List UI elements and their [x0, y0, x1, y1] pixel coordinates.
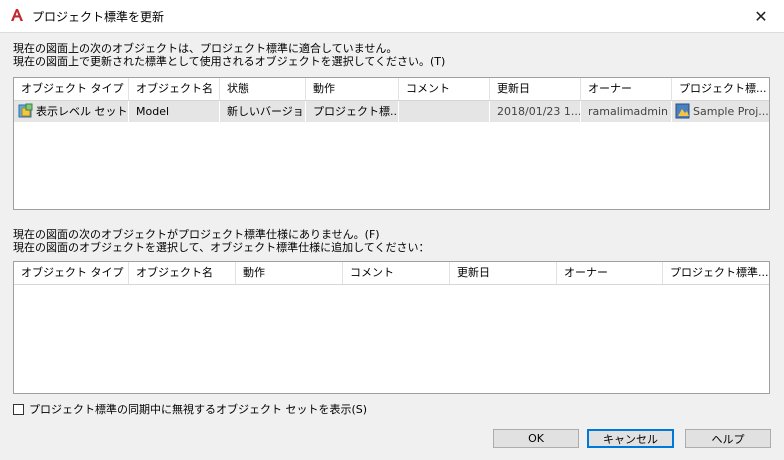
cell-action[interactable]: プロジェクト標...: [306, 101, 399, 122]
bottom-description-line2: 現在の図面のオブジェクトを選択して、オブジェクト標準仕様に追加してください：: [13, 241, 430, 254]
display-set-icon: [18, 103, 33, 118]
column-header-updated[interactable]: 更新日: [450, 262, 557, 284]
column-header-project-standard[interactable]: プロジェクト標準...: [663, 262, 769, 284]
cell-updated: 2018/01/23 1...: [490, 101, 581, 122]
cell-owner: ramalimadmin: [581, 101, 672, 122]
column-header-comment[interactable]: コメント: [343, 262, 450, 284]
grid-header: オブジェクト タイプ オブジェクト名 動作 コメント 更新日 オーナー プロジェ…: [14, 262, 769, 285]
cell-project-standard: Sample Proj...: [672, 101, 769, 122]
column-label: オブジェクト タイプ: [21, 266, 124, 279]
column-header-owner[interactable]: オーナー: [581, 78, 672, 100]
nonconforming-objects-grid[interactable]: オブジェクト タイプ オブジェクト名 状態 動作 コメント 更新日 オーナー プ…: [13, 77, 770, 210]
close-icon: ✕: [754, 6, 768, 26]
object-type-value: 表示レベル セット: [36, 105, 128, 118]
cancel-button[interactable]: キャンセル: [587, 429, 674, 448]
unlisted-objects-grid[interactable]: オブジェクト タイプ オブジェクト名 動作 コメント 更新日 オーナー プロジェ…: [13, 261, 770, 394]
window-title: プロジェクト標準を更新: [32, 10, 165, 24]
cell-object-name: Model: [129, 101, 220, 122]
bottom-description-line1: 現在の図面の次のオブジェクトがプロジェクト標準仕様にありません。(F): [13, 228, 380, 241]
column-label: オブジェクト タイプ: [21, 82, 124, 95]
cell-status: 新しいバージョン: [220, 101, 306, 122]
ok-button[interactable]: OK: [493, 429, 579, 448]
ignore-object-sets-checkbox[interactable]: [13, 403, 24, 415]
column-header-action[interactable]: 動作: [236, 262, 343, 284]
project-standard-value: Sample Proj...: [693, 105, 769, 118]
project-standard-icon: [675, 103, 690, 119]
grid-header: オブジェクト タイプ オブジェクト名 状態 動作 コメント 更新日 オーナー プ…: [14, 78, 769, 101]
top-description-line1: 現在の図面上の次のオブジェクトは、プロジェクト標準に適合していません。: [13, 42, 398, 55]
column-header-status[interactable]: 状態: [220, 78, 306, 100]
column-header-updated[interactable]: 更新日: [490, 78, 581, 100]
column-header-object-type[interactable]: オブジェクト タイプ: [14, 262, 129, 284]
column-header-owner[interactable]: オーナー: [557, 262, 663, 284]
title-bar: プロジェクト標準を更新 ✕: [0, 0, 784, 33]
column-header-project-standard[interactable]: プロジェクト標...: [672, 78, 769, 100]
autocad-app-icon: [11, 9, 23, 21]
column-header-object-type[interactable]: オブジェクト タイプ: [14, 78, 129, 100]
table-row[interactable]: 表示レベル セット Model 新しいバージョン プロジェクト標... 2018…: [14, 101, 769, 122]
close-button[interactable]: ✕: [738, 0, 784, 32]
column-header-object-name[interactable]: オブジェクト名: [129, 78, 220, 100]
cell-object-type: 表示レベル セット: [14, 101, 129, 122]
top-description-line2: 現在の図面上で更新された標準として使用されるオブジェクトを選択してください。(T…: [13, 55, 446, 68]
help-button[interactable]: ヘルプ: [685, 429, 771, 448]
column-header-comment[interactable]: コメント: [399, 78, 490, 100]
cell-comment: [399, 101, 490, 122]
ignore-object-sets-option[interactable]: プロジェクト標準の同期中に無視するオブジェクト セットを表示(S): [13, 402, 367, 416]
column-header-action[interactable]: 動作: [306, 78, 399, 100]
ignore-object-sets-label: プロジェクト標準の同期中に無視するオブジェクト セットを表示(S): [29, 403, 368, 416]
column-header-object-name[interactable]: オブジェクト名: [129, 262, 236, 284]
